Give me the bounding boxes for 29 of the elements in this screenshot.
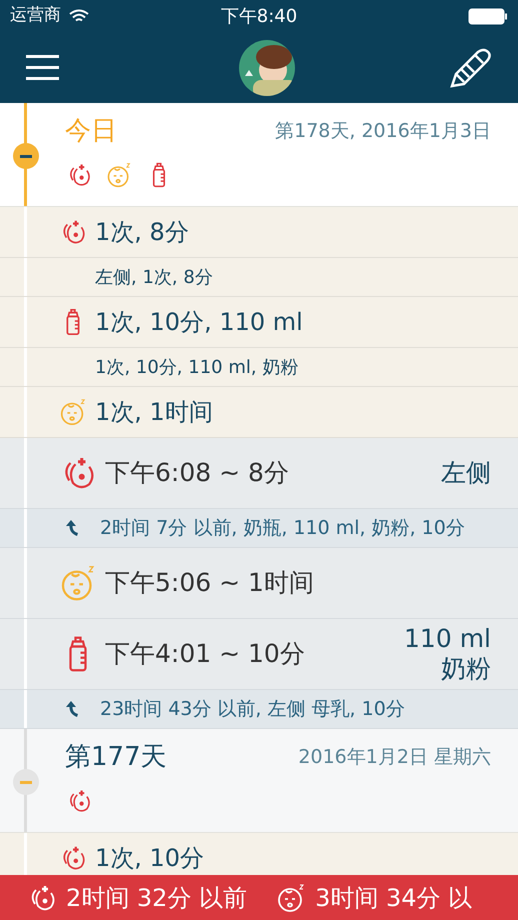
event-info: 奶粉 (441, 654, 491, 684)
day-title: 今日 (65, 115, 117, 148)
summary-text: 1次, 10分 (95, 843, 204, 874)
collapse-toggle[interactable] (13, 769, 39, 795)
summary-text: 1次, 1时间 (95, 397, 213, 428)
event-info: 110 ml (404, 624, 491, 654)
summary-detail: 1次, 10分, 110 ml, 奶粉 (94, 356, 298, 380)
summary-detail: 左侧, 1次, 8分 (94, 266, 213, 290)
day-date: 第178天, 2016年1月3日 (275, 119, 491, 144)
previous-event-text: 2时间 7分 以前, 奶瓶, 110 ml, 奶粉, 10分 (100, 516, 465, 541)
summary-text: 1次, 10分, 110 ml (95, 307, 303, 338)
carrier-label: 运营商 (10, 4, 61, 28)
event-time: 下午6:08 ~ 8分 (105, 457, 289, 490)
collapse-toggle[interactable] (13, 143, 39, 169)
wifi-icon (69, 8, 89, 24)
event-time: 下午4:01 ~ 10分 (105, 638, 305, 670)
event-time: 下午5:06 ~ 1时间 (105, 567, 314, 600)
menu-icon[interactable] (26, 55, 59, 80)
time-since-text: 2时间 32分 以前 (66, 882, 248, 914)
day-date: 2016年1月2日 星期六 (298, 745, 491, 770)
pencil-icon[interactable] (448, 46, 492, 90)
battery-icon (468, 8, 508, 24)
previous-event-text: 23时间 43分 以前, 左侧 母乳, 10分 (100, 696, 405, 722)
sleeping-baby-icon (105, 161, 133, 189)
day-title: 第177天 (65, 741, 167, 774)
event-info: 左侧 (441, 458, 491, 488)
status-time: 下午8:40 (220, 4, 298, 28)
time-since-text: 3时间 34分 以 (315, 882, 472, 914)
summary-text: 1次, 8分 (95, 217, 189, 248)
